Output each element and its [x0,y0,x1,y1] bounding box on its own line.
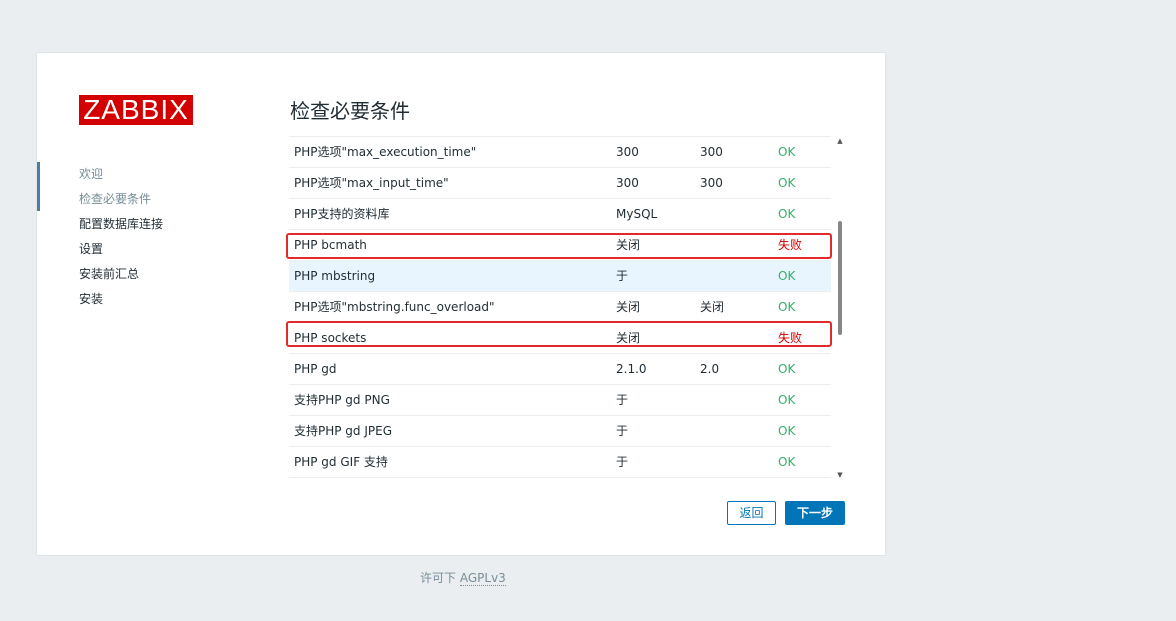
agpl-license-link[interactable]: AGPLv3 [459,571,506,586]
row-name: 支持PHP gd JPEG [294,424,393,438]
nav-step-install: 安装 [79,292,104,306]
nav-step-db-connection: 配置数据库连接 [79,217,164,231]
row-current-value: 于 [616,393,629,407]
table-row: PHP gd 2.1.0 2.0 OK [289,354,831,385]
scroll-down-arrow-icon[interactable]: ▼ [835,471,845,479]
license-prefix: 许可下 [420,571,457,585]
row-current-value: 于 [616,455,629,469]
table-row: PHP gd GIF 支持 于 OK [289,447,831,478]
row-name: PHP选项"max_execution_time" [294,145,477,159]
row-required-value: 300 [700,145,723,159]
table-scrollbar[interactable]: ▲ ▼ [835,137,845,479]
row-result-failed: 失败 [778,238,803,252]
scrollbar-thumb[interactable] [838,221,842,335]
table-row: PHP选项"mbstring.func_overload" 关闭 关闭 OK [289,292,831,323]
row-name: 支持PHP gd PNG [294,393,390,407]
license-footer: 许可下 AGPLv3 [420,569,506,586]
row-result: OK [778,362,796,376]
row-name: PHP sockets [294,331,367,345]
row-required-value: 2.0 [700,362,720,376]
row-result: OK [778,176,796,190]
table-row: 支持PHP gd JPEG 于 OK [289,416,831,447]
nav-step-pre-install-summary: 安装前汇总 [79,267,140,281]
row-name: PHP bcmath [294,238,367,252]
row-current-value: MySQL [616,207,658,221]
row-name: PHP gd [294,362,337,376]
row-result-failed: 失败 [778,331,803,345]
row-current-value: 300 [616,176,639,190]
row-name: PHP gd GIF 支持 [294,455,388,469]
table-row: 支持PHP gd PNG 于 OK [289,385,831,416]
prerequisites-table[interactable]: PHP选项"max_execution_time" 300 300 OK PHP… [289,136,831,479]
nav-step-check-prerequisites: 检查必要条件 [79,192,152,206]
nav-step-settings: 设置 [79,242,104,256]
table-row: PHP选项"max_input_time" 300 300 OK [289,168,831,199]
row-current-value: 2.1.0 [616,362,647,376]
table-row-hovered: PHP mbstring 于 OK [289,261,831,292]
setup-card: ZABBIX 欢迎 检查必要条件 配置数据库连接 设置 安装前汇总 安装 检查必… [36,52,886,556]
table-row: PHP选项"max_execution_time" 300 300 OK [289,136,831,168]
scroll-up-arrow-icon[interactable]: ▲ [835,137,845,145]
page-title: 检查必要条件 [290,99,410,123]
row-current-value: 于 [616,269,629,283]
row-result: OK [778,207,796,221]
row-result: OK [778,393,796,407]
next-step-button[interactable]: 下一步 [785,501,845,525]
row-result: OK [778,145,796,159]
nav-step-welcome: 欢迎 [79,167,104,181]
row-name: PHP选项"max_input_time" [294,176,449,190]
row-result: OK [778,455,796,469]
row-name: PHP选项"mbstring.func_overload" [294,300,495,314]
setup-steps-nav: 欢迎 检查必要条件 配置数据库连接 设置 安装前汇总 安装 [79,162,163,312]
row-result: OK [778,269,796,283]
table-row: PHP支持的资料库 MySQL OK [289,199,831,230]
nav-progress-indicator [37,162,40,211]
table-row: PHP sockets 关闭 失败 [289,323,831,354]
row-current-value: 300 [616,145,639,159]
row-name: PHP mbstring [294,269,376,283]
row-required-value: 300 [700,176,723,190]
row-current-value: 于 [616,424,629,438]
row-current-value: 关闭 [616,238,641,252]
row-current-value: 关闭 [616,300,641,314]
row-result: OK [778,424,796,438]
zabbix-logo: ZABBIX [79,95,193,125]
row-required-value: 关闭 [700,300,725,314]
table-row: PHP bcmath 关闭 失败 [289,230,831,261]
row-current-value: 关闭 [616,331,641,345]
row-result: OK [778,300,796,314]
back-button[interactable]: 返回 [727,501,776,525]
row-name: PHP支持的资料库 [294,207,390,221]
